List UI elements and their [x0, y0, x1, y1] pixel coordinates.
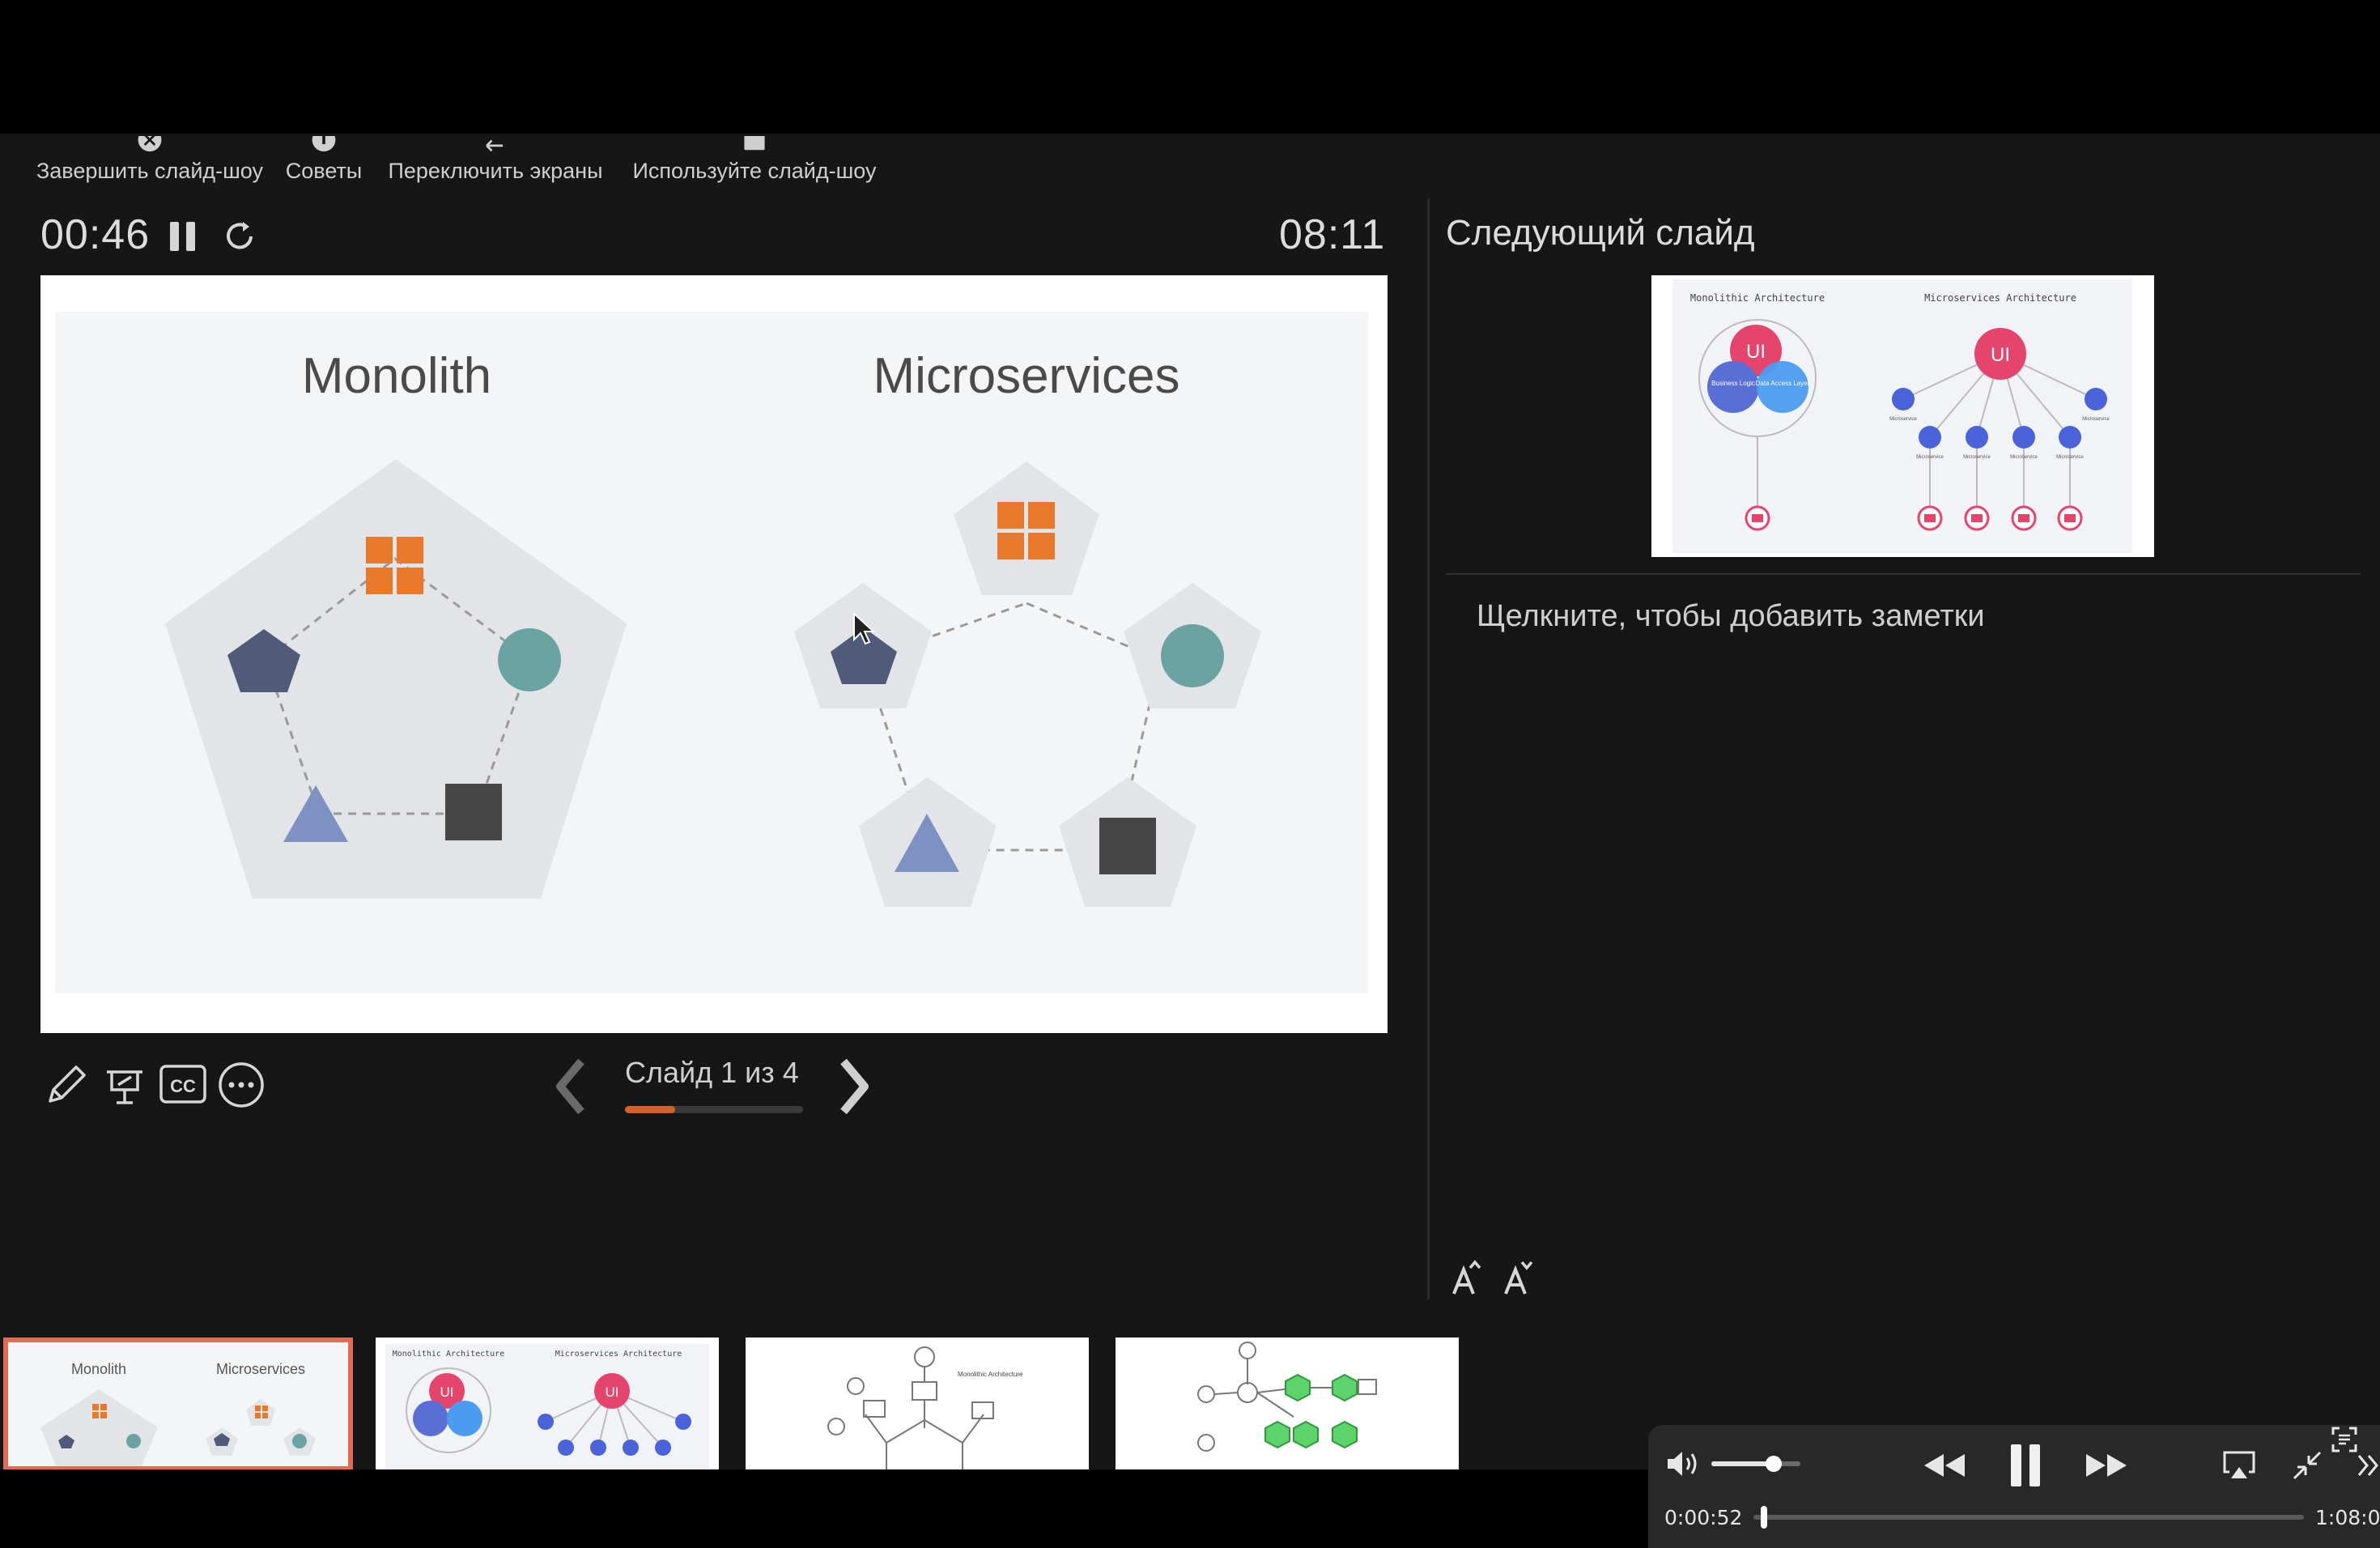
monolith-title: Monolith: [302, 348, 491, 404]
svg-text:Business Logic: Business Logic: [1711, 380, 1755, 387]
svg-text:Monolithic Architecture: Monolithic Architecture: [393, 1350, 504, 1359]
previous-slide-button[interactable]: [550, 1057, 591, 1121]
square-shape: [445, 784, 502, 840]
info-icon: [309, 136, 338, 154]
svg-text:Monolithic Architecture: Monolithic Architecture: [958, 1371, 1023, 1378]
pause-icon: [170, 222, 195, 251]
font-increase-icon: [1452, 1260, 1481, 1295]
panel-divider: [1427, 198, 1430, 1299]
service-node: [954, 461, 1099, 595]
airplay-button[interactable]: [2221, 1449, 2257, 1486]
exit-fullscreen-button[interactable]: [2291, 1449, 2323, 1486]
elapsed-timer: 00:46: [40, 211, 151, 258]
svg-text:Microservice: Microservice: [1963, 455, 1991, 460]
svg-text:UI: UI: [1991, 344, 2010, 366]
duration: 1:08:08: [2315, 1506, 2380, 1529]
text-recognition-icon: [2331, 1427, 2357, 1452]
subtitles-button[interactable]: CC: [159, 1062, 207, 1112]
rewind-button[interactable]: [1922, 1449, 1967, 1486]
slide-thumbnail-4[interactable]: [1116, 1337, 1459, 1471]
volume-slider-fill: [1711, 1461, 1774, 1466]
square-shape: [1099, 818, 1156, 874]
monolith-boundary: [165, 459, 627, 899]
arrow-left-icon: [481, 136, 510, 154]
next-slide-button[interactable]: [834, 1057, 874, 1121]
scrubber-track[interactable]: [1753, 1515, 2304, 1520]
live-text-button[interactable]: [2330, 1425, 2359, 1458]
rewind-icon: [1924, 1454, 1965, 1477]
thumb-right-title: Microservices Architecture: [1924, 292, 2076, 304]
svg-text:Monolith: Monolith: [71, 1361, 126, 1377]
tips-label: Советы: [285, 159, 363, 183]
current-time: 0:00:52: [1664, 1506, 1743, 1529]
laser-pointer-button[interactable]: [100, 1061, 149, 1113]
pause-icon: [2011, 1444, 2040, 1486]
svg-text:UI: UI: [606, 1384, 619, 1400]
notes-divider: [1446, 573, 2361, 575]
decrease-font-button[interactable]: [1502, 1260, 1538, 1303]
tips-button[interactable]: Советы: [283, 134, 364, 184]
airplay-icon: [2223, 1451, 2255, 1478]
fast-forward-button[interactable]: [2084, 1449, 2129, 1486]
next-slide-canvas: Monolithic Architecture Microservices Ar…: [1672, 279, 2132, 553]
thumb-ui-label: UI: [1746, 341, 1766, 363]
chevron-left-icon: [556, 1058, 584, 1115]
slideshow-icon: [740, 136, 769, 154]
circle-shape: [498, 628, 561, 691]
refresh-icon: [227, 222, 253, 249]
slide-progress-fill: [625, 1106, 675, 1113]
restart-timer-button[interactable]: [222, 219, 257, 258]
thumb-left-title: Monolithic Architecture: [1690, 292, 1825, 304]
switch-screens-label: Переключить экраны: [388, 159, 603, 183]
speaker-notes[interactable]: Щелкните, чтобы добавить заметки: [1477, 599, 1985, 634]
next-slide-title: Следующий слайд: [1446, 213, 1755, 253]
end-slideshow-label: Завершить слайд-шоу: [36, 159, 264, 183]
pause-video-button[interactable]: [2008, 1443, 2043, 1492]
chevron-right-icon: [840, 1058, 869, 1115]
more-controls-button[interactable]: [2356, 1449, 2380, 1486]
microservices-title: Microservices: [873, 348, 1180, 404]
svg-text:Microservice: Microservice: [1889, 417, 1917, 422]
volume-button[interactable]: [1664, 1448, 1703, 1484]
volume-slider-knob[interactable]: [1766, 1456, 1782, 1472]
fast-forward-icon: [2086, 1454, 2127, 1477]
more-icon: [219, 1062, 264, 1108]
svg-text:Microservices: Microservices: [216, 1361, 305, 1377]
svg-text:Data Access Layer: Data Access Layer: [1756, 380, 1810, 387]
minimize-icon: [2293, 1451, 2322, 1480]
more-options-button[interactable]: [217, 1061, 266, 1113]
circle-shape: [1161, 624, 1224, 687]
pause-timer-button[interactable]: [168, 220, 198, 257]
increase-font-button[interactable]: [1451, 1260, 1486, 1303]
svg-text:UI: UI: [440, 1384, 454, 1400]
chevron-double-right-icon: [2357, 1455, 2378, 1476]
svg-text:Microservices Architecture: Microservices Architecture: [555, 1350, 682, 1359]
presenter-icon: [107, 1070, 142, 1104]
pen-icon: [49, 1065, 86, 1103]
switch-screens-button[interactable]: Переключить экраны: [382, 134, 609, 184]
slide-thumbnail-1[interactable]: Monolith Microservices: [3, 1337, 353, 1471]
pen-button[interactable]: [42, 1061, 91, 1113]
svg-text:Microservice: Microservice: [2056, 455, 2084, 460]
svg-text:Microservice: Microservice: [2082, 417, 2110, 422]
scrubber-handle[interactable]: [1761, 1506, 1767, 1529]
use-slideshow-label: Используйте слайд-шоу: [632, 159, 877, 183]
slide-counter: Слайд 1 из 4: [625, 1056, 799, 1089]
end-slideshow-button[interactable]: Завершить слайд-шоу: [32, 134, 267, 184]
svg-text:Microservice: Microservice: [2010, 455, 2038, 460]
close-icon: [135, 136, 164, 154]
cc-icon: CC: [159, 1065, 206, 1104]
slide-thumbnail-3[interactable]: Monolithic Architecture: [746, 1337, 1089, 1471]
font-decrease-icon: [1504, 1261, 1533, 1295]
volume-icon: [1668, 1452, 1697, 1476]
slide-thumbnail-2[interactable]: Monolithic Architecture Microservices Ar…: [376, 1337, 719, 1471]
current-slide-canvas: Monolith Microservices: [55, 312, 1369, 993]
svg-text:Microservice: Microservice: [1916, 455, 1944, 460]
svg-text:CC: CC: [170, 1076, 196, 1096]
clock: 08:11: [1279, 211, 1386, 258]
use-slideshow-button[interactable]: Используйте слайд-шоу: [625, 134, 884, 184]
